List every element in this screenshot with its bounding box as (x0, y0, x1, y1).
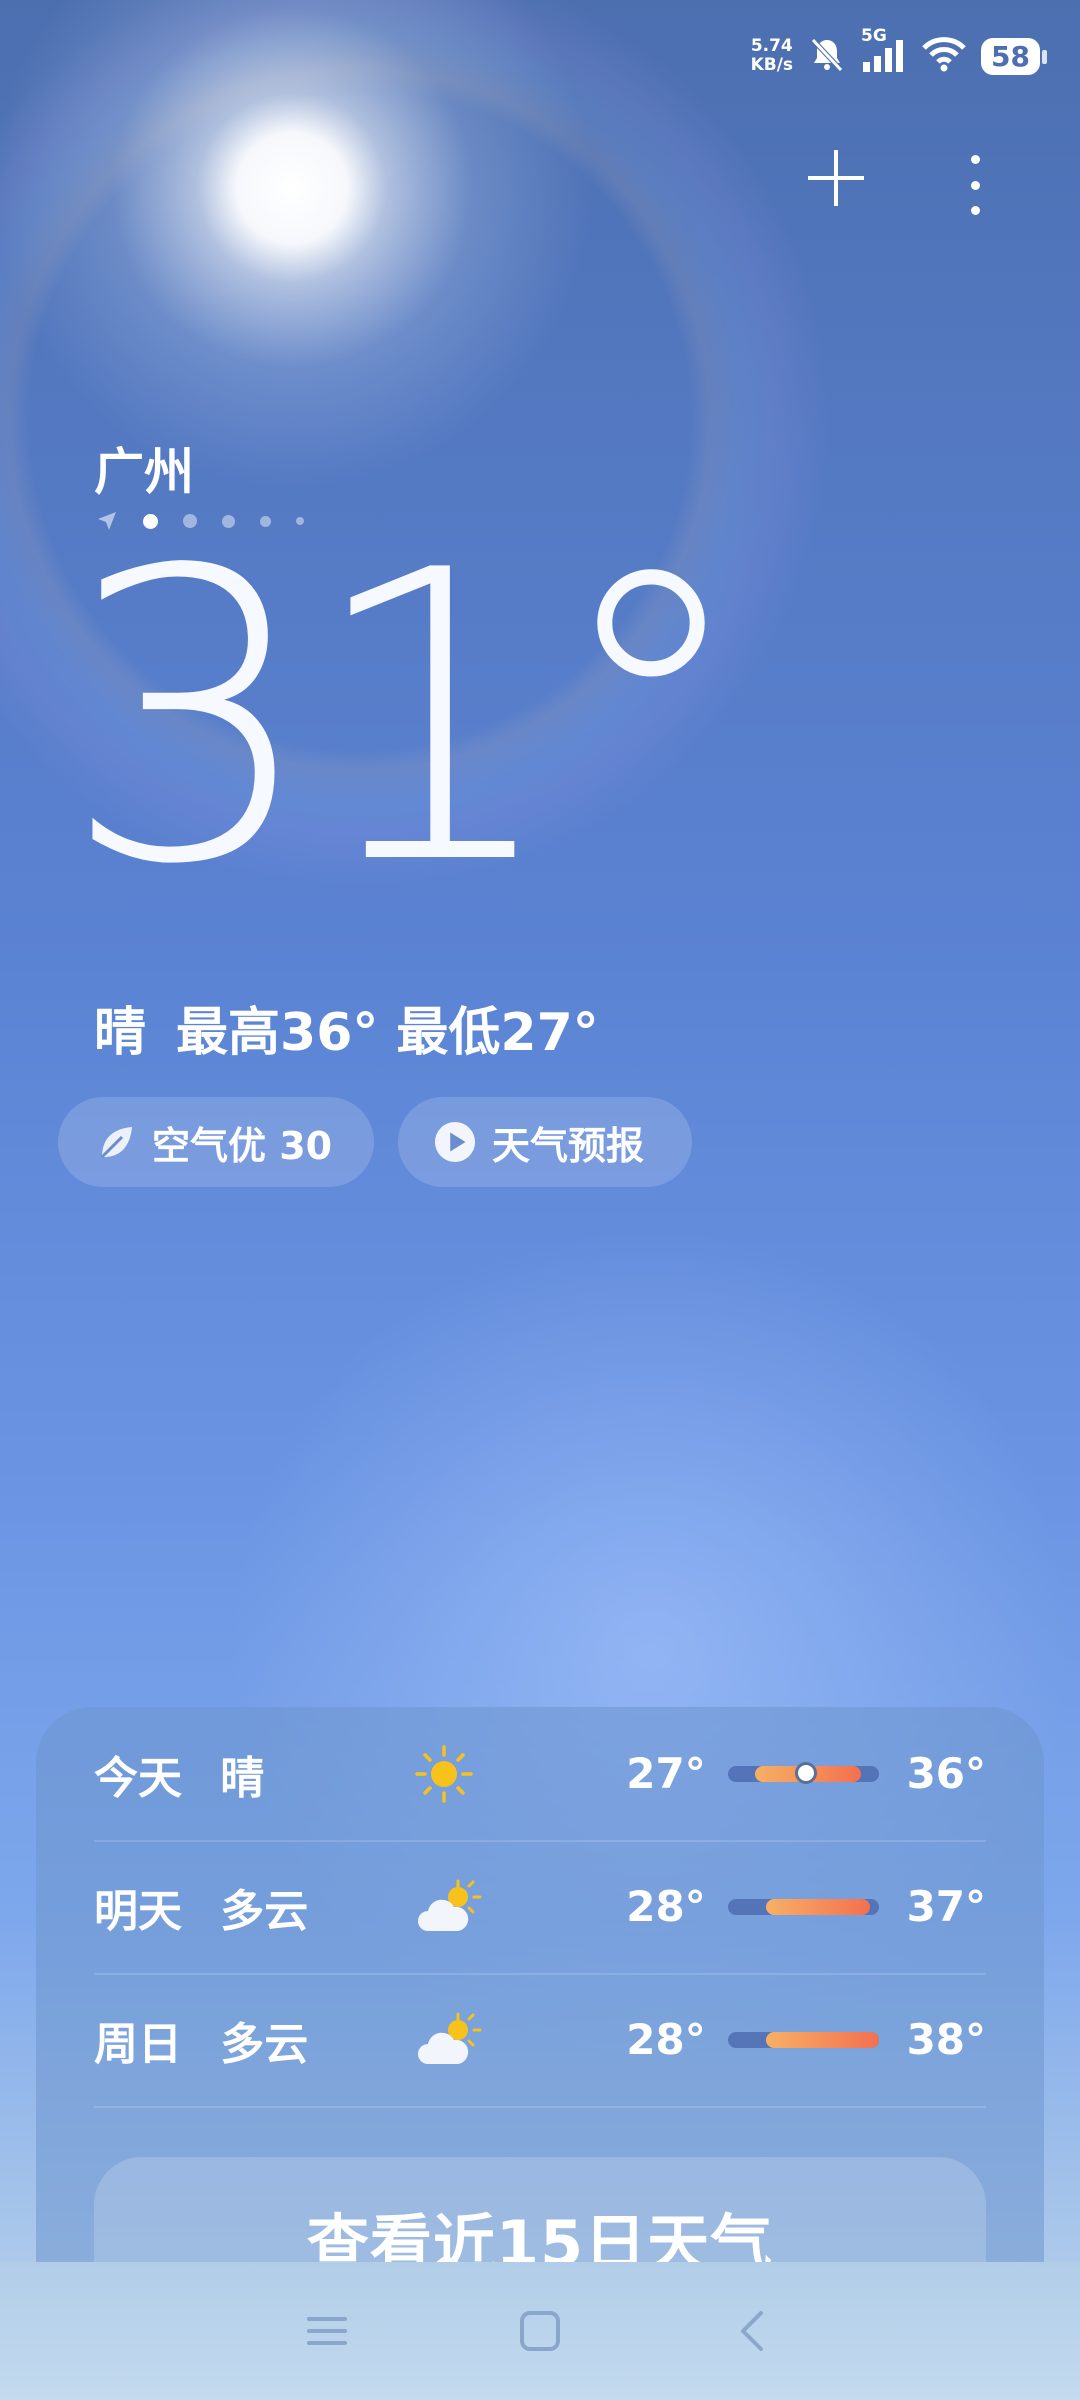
menu-icon[interactable] (297, 2301, 357, 2361)
system-nav-bar (0, 2262, 1080, 2400)
temp-range-bar (727, 1761, 880, 1784)
weather-forecast-label: 天气预报 (492, 1123, 645, 1168)
net-speed-value: 5.74 (750, 36, 793, 56)
forecast-row-sunday[interactable]: 周日 多云 28° 38° (94, 1973, 986, 2108)
forecast-row-tomorrow[interactable]: 明天 多云 28° 37° (94, 1840, 986, 1975)
today-high: 最高36° (176, 1003, 379, 1063)
forecast-high: 36° (906, 1749, 987, 1798)
more-menu-button[interactable] (960, 155, 990, 215)
partly-cloudy-icon (414, 2010, 550, 2070)
wifi-icon (921, 34, 967, 78)
temp-range-bar (727, 2031, 880, 2048)
forecast-day: 今天 (94, 1752, 182, 1804)
weather-forecast-chip[interactable]: 天气预报 (398, 1097, 692, 1187)
current-temp-marker (795, 1761, 818, 1784)
network-speed: 5.74 KB/s (751, 37, 793, 75)
back-icon[interactable] (723, 2301, 783, 2361)
forecast-high: 38° (906, 2015, 987, 2064)
forecast-condition: 晴 (220, 1752, 265, 1804)
forecast-condition: 多云 (220, 1885, 309, 1937)
forecast-day: 明天 (94, 1885, 182, 1937)
add-city-button[interactable] (808, 150, 864, 206)
today-low: 最低27° (396, 1003, 599, 1063)
forecast-low: 28° (626, 2015, 706, 2064)
forecast-condition: 多云 (220, 2018, 309, 2070)
temp-range-bar (727, 1898, 880, 1915)
partly-cloudy-icon (414, 1877, 550, 1937)
forecast-high: 37° (906, 1882, 987, 1931)
daily-forecast-card: 今天 晴 27° 36° 明天 多云 28° 37° 周日 多云 28° 38°… (36, 1707, 1044, 2347)
status-bar: 5.74 KB/s 5G 58 (751, 26, 1047, 84)
net-speed-unit: KB/s (750, 55, 794, 75)
forecast-day: 周日 (94, 2018, 182, 2070)
home-icon[interactable] (510, 2301, 570, 2361)
forecast-low: 27° (626, 1749, 706, 1798)
air-quality-label: 空气优 30 (152, 1123, 333, 1168)
forecast-row-today[interactable]: 今天 晴 27° 36° (94, 1707, 986, 1842)
weather-summary: 晴 最高36° 最低27° (94, 990, 599, 1065)
temp-range-fill (765, 2031, 880, 2048)
air-quality-chip[interactable]: 空气优 30 (58, 1097, 374, 1187)
signal: 5G (861, 26, 907, 79)
temp-range-fill (765, 1898, 871, 1915)
forecast-low: 28° (626, 1882, 706, 1931)
more-vertical-icon (970, 155, 980, 164)
battery-icon: 58 (981, 37, 1047, 75)
battery-level: 58 (991, 39, 1030, 73)
play-icon (434, 1121, 476, 1163)
current-temperature: 31° (62, 487, 751, 952)
leaf-icon (94, 1121, 136, 1163)
network-type: 5G (861, 25, 887, 46)
mute-bell-icon (807, 34, 847, 78)
sun-icon (414, 1744, 550, 1804)
current-condition: 晴 (94, 1003, 147, 1063)
